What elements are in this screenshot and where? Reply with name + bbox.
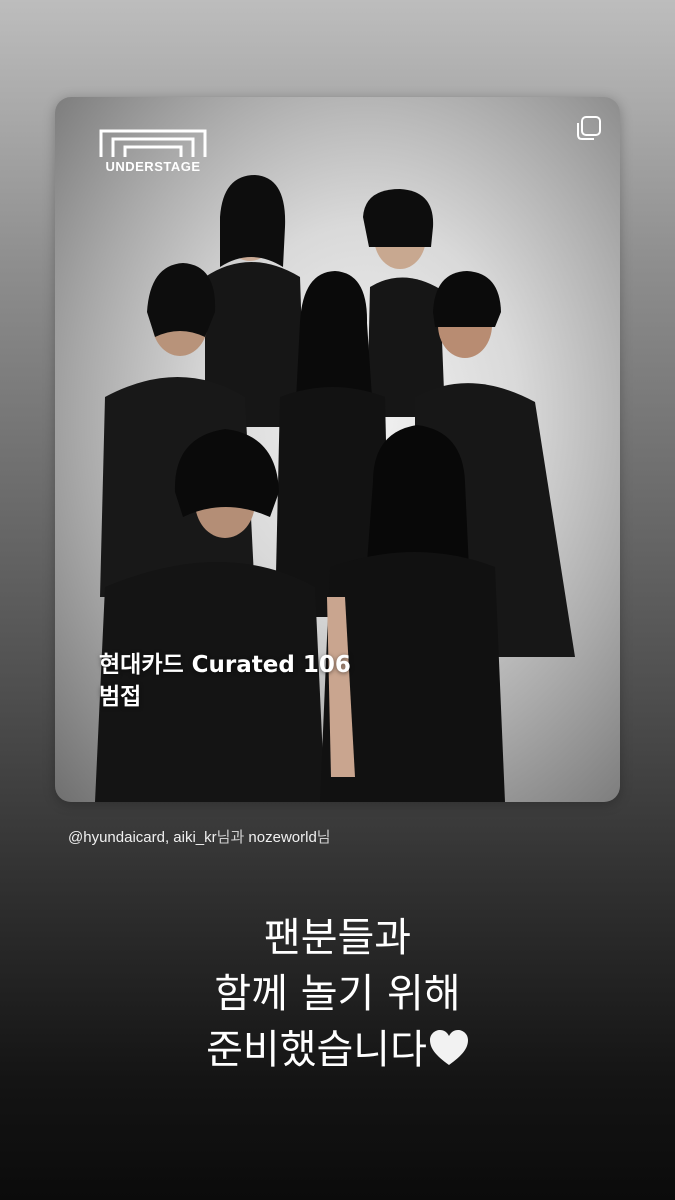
brand-name: UNDERSTAGE xyxy=(105,159,201,174)
mention-last-account[interactable]: nozeworld xyxy=(248,829,316,846)
caption-line-3-text: 준비했습니다 xyxy=(206,1027,427,1073)
multi-image-icon[interactable] xyxy=(576,115,602,141)
mention-accounts[interactable]: @hyundaicard, aiki_kr xyxy=(68,829,217,846)
shared-post-card[interactable]: UNDERSTAGE 현대카드 Curated 106 범접 xyxy=(55,97,620,802)
post-attribution[interactable]: @hyundaicard, aiki_kr님과 nozeworld님 xyxy=(68,826,331,847)
caption-line-3: 준비했습니다 xyxy=(0,1022,675,1082)
post-title-line-1: 현대카드 Curated 106 xyxy=(99,652,351,678)
brand-logo: UNDERSTAGE xyxy=(99,129,207,175)
post-title: 현대카드 Curated 106 범접 xyxy=(99,649,419,713)
post-title-line-2: 범접 xyxy=(99,684,142,710)
mention-suffix: 님 xyxy=(316,829,331,846)
understage-logo-icon xyxy=(99,129,207,157)
mention-joiner: 님과 xyxy=(216,829,249,846)
caption-line-2: 함께 놀기 위해 xyxy=(214,971,461,1017)
white-heart-icon xyxy=(429,1026,469,1082)
figure-back-right xyxy=(363,189,445,417)
caption-line-1: 팬분들과 xyxy=(263,915,412,961)
story-caption: 팬분들과 함께 놀기 위해 준비했습니다 xyxy=(0,910,675,1082)
